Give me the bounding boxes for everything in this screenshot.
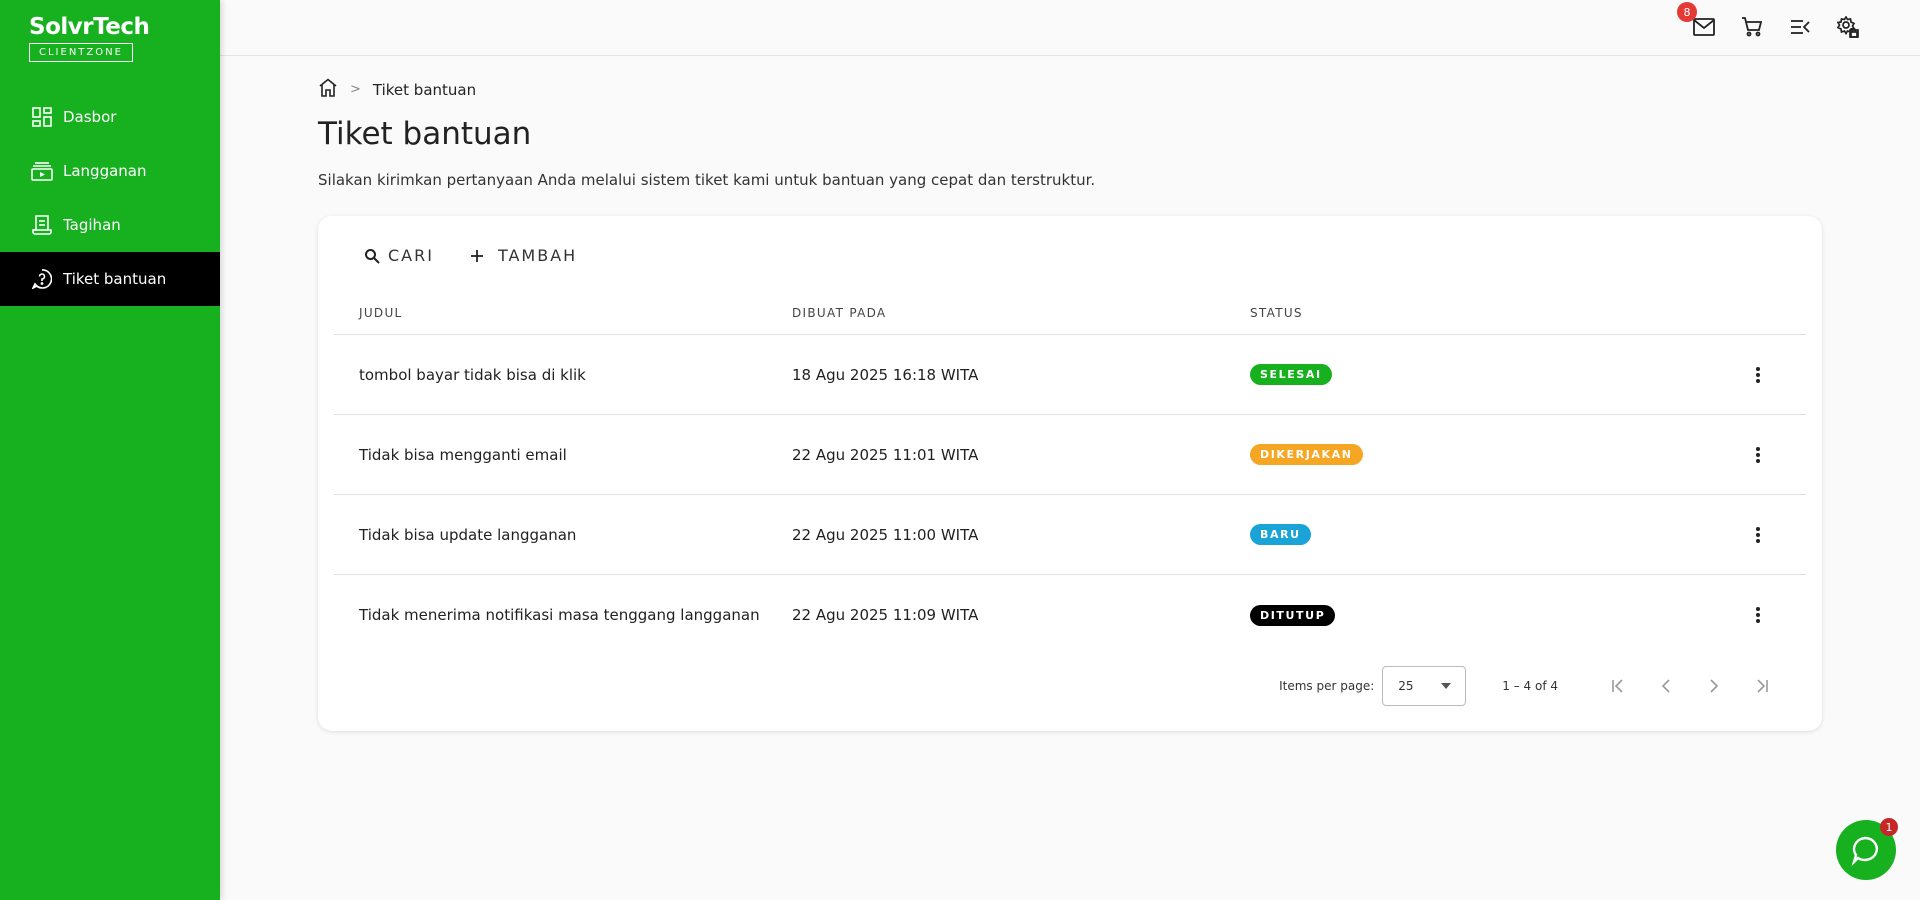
status-badge: SELESAI — [1250, 364, 1332, 385]
page-title: Tiket bantuan — [318, 116, 532, 152]
sidebar-item-label: Dasbor — [63, 108, 117, 126]
status-badge: DITUTUP — [1250, 604, 1336, 626]
row-menu-button[interactable] — [1742, 359, 1774, 391]
items-per-page-label: Items per page: — [1279, 679, 1375, 693]
menu-collapse-icon — [1791, 20, 1810, 34]
ticket-created: 22 Agu 2025 11:09 WITA — [792, 606, 979, 624]
sidebar-item-label: Langganan — [63, 162, 147, 180]
account-settings-icon — [1837, 16, 1859, 38]
ticket-title: Tidak bisa mengganti email — [359, 445, 567, 464]
first-page-icon — [1612, 679, 1623, 693]
brand-logo[interactable]: SolvrTech CLIENTZONE — [29, 14, 150, 62]
table-row[interactable]: Tidak bisa mengganti email 22 Agu 2025 1… — [334, 415, 1806, 495]
column-header-dibuat-pada[interactable]: DIBUAT PADA — [792, 306, 1250, 320]
chat-icon — [1851, 836, 1878, 866]
table-header: JUDUL DIBUAT PADA STATUS — [334, 292, 1806, 335]
add-ticket-button[interactable]: TAMBAH — [470, 246, 577, 265]
row-menu-button[interactable] — [1742, 439, 1774, 471]
last-page-button[interactable] — [1738, 666, 1786, 706]
sidebar-item-tiket-bantuan[interactable]: Tiket bantuan — [0, 252, 220, 306]
page-description: Silakan kirimkan pertanyaan Anda melalui… — [318, 171, 1096, 189]
tickets-card: CARI TAMBAH JUDUL DIBUAT PADA STATUS tom… — [318, 216, 1822, 731]
ticket-title: Tidak menerima notifikasi masa tenggang … — [359, 606, 760, 624]
dropdown-arrow-icon — [1441, 683, 1452, 689]
items-per-page-select[interactable]: 25 — [1382, 666, 1467, 706]
more-vert-icon — [1756, 366, 1760, 383]
plus-icon — [470, 249, 483, 262]
table-row[interactable]: tombol bayar tidak bisa di klik 18 Agu 2… — [334, 335, 1806, 415]
previous-page-button[interactable] — [1642, 666, 1690, 706]
more-vert-icon — [1756, 446, 1760, 463]
next-page-button[interactable] — [1690, 666, 1738, 706]
sidebar-item-dasbor[interactable]: Dasbor — [0, 90, 220, 144]
breadcrumb-current: Tiket bantuan — [372, 80, 477, 99]
last-page-icon — [1757, 679, 1768, 693]
breadcrumb-separator: > — [350, 82, 361, 97]
ticket-created: 22 Agu 2025 11:01 WITA — [792, 445, 979, 464]
column-header-status[interactable]: STATUS — [1250, 306, 1710, 320]
items-per-page-value: 25 — [1398, 679, 1414, 693]
ticket-title: tombol bayar tidak bisa di klik — [359, 365, 586, 384]
search-icon — [365, 248, 380, 264]
ticket-title: Tidak bisa update langganan — [359, 525, 577, 544]
receipt-icon — [31, 214, 53, 236]
search-button-label: CARI — [388, 246, 434, 265]
tickets-table: JUDUL DIBUAT PADA STATUS tombol bayar ti… — [334, 292, 1806, 655]
add-ticket-button-label: TAMBAH — [497, 246, 578, 265]
help-icon — [31, 268, 53, 290]
brand-subtitle: CLIENTZONE — [29, 43, 133, 62]
mail-button[interactable]: 8 — [1677, 2, 1717, 40]
top-bar: 8 — [220, 0, 1920, 56]
home-icon[interactable] — [318, 78, 338, 101]
brand-name-part2: Tech — [93, 14, 150, 40]
sidebar-item-tagihan[interactable]: Tagihan — [0, 198, 220, 252]
status-badge: BARU — [1250, 524, 1311, 545]
cart-icon — [1742, 17, 1763, 37]
ticket-created: 22 Agu 2025 11:00 WITA — [792, 525, 979, 544]
more-vert-icon — [1756, 607, 1760, 623]
subscription-icon — [31, 160, 53, 182]
chevron-right-icon — [1710, 679, 1719, 693]
sidebar-item-langganan[interactable]: Langganan — [0, 144, 220, 198]
account-settings-button[interactable] — [1835, 14, 1861, 40]
sidebar-nav: Dasbor Langganan Tagihan Tiket bantuan — [0, 90, 220, 306]
sidebar-item-label: Tiket bantuan — [63, 270, 167, 288]
first-page-button[interactable] — [1594, 666, 1642, 706]
dashboard-icon — [31, 106, 53, 128]
table-row[interactable]: Tidak menerima notifikasi masa tenggang … — [334, 575, 1806, 655]
mail-count-badge: 8 — [1677, 2, 1697, 22]
menu-collapse-button[interactable] — [1787, 14, 1813, 40]
cart-button[interactable] — [1739, 14, 1765, 40]
row-menu-button[interactable] — [1742, 519, 1774, 551]
page-range: 1 – 4 of 4 — [1502, 679, 1558, 693]
chat-button[interactable]: 1 — [1836, 818, 1898, 880]
mail-icon — [1693, 18, 1715, 36]
ticket-created: 18 Agu 2025 16:18 WITA — [792, 365, 979, 384]
breadcrumb: > Tiket bantuan — [318, 78, 476, 101]
table-toolbar: CARI TAMBAH — [364, 246, 613, 265]
paginator: Items per page: 25 1 – 4 of 4 — [1279, 666, 1786, 706]
column-header-judul[interactable]: JUDUL — [334, 306, 792, 320]
brand-name-part1: Solvr — [29, 14, 94, 40]
sidebar: SolvrTech CLIENTZONE Dasbor Langganan Ta… — [0, 0, 220, 900]
search-button[interactable]: CARI — [364, 246, 434, 265]
row-menu-button[interactable] — [1742, 599, 1774, 631]
chevron-left-icon — [1661, 679, 1670, 693]
more-vert-icon — [1756, 526, 1760, 543]
status-badge: DIKERJAKAN — [1250, 444, 1363, 465]
sidebar-item-label: Tagihan — [63, 216, 121, 234]
table-row[interactable]: Tidak bisa update langganan 22 Agu 2025 … — [334, 495, 1806, 575]
chat-unread-badge: 1 — [1880, 818, 1898, 836]
